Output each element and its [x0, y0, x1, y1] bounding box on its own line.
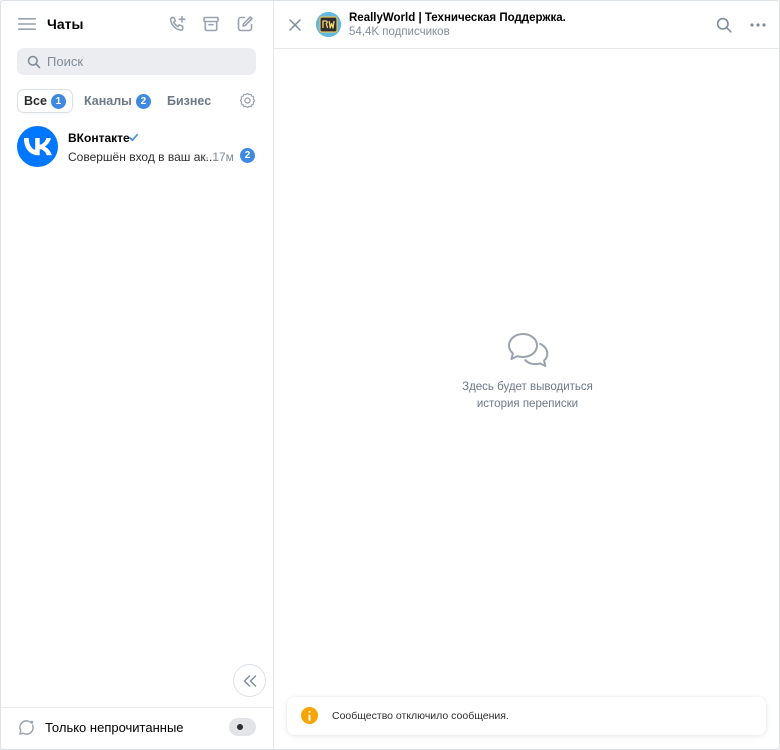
filter-all-label: Все — [24, 94, 47, 108]
group-avatar[interactable] — [316, 12, 341, 37]
unread-only-label: Только непрочитанные — [45, 720, 184, 735]
collapse-panel-button[interactable] — [233, 664, 266, 697]
filter-all[interactable]: Все 1 — [17, 89, 73, 113]
chat-time: · 17м — [205, 150, 234, 164]
chat-preview: Совершён вход в ваш ак... — [68, 150, 216, 164]
filter-business-label: Бизнес — [167, 94, 212, 108]
unread-badge: 2 — [240, 148, 255, 163]
filter-channels-label: Каналы — [84, 94, 132, 108]
subscriber-count: 54,4K подписчиков — [349, 26, 450, 38]
toggle-knob — [237, 724, 243, 730]
filter-channels-count: 2 — [135, 93, 151, 109]
verified-icon — [129, 133, 138, 142]
avatar — [17, 126, 58, 167]
empty-history-line-2: история переписки — [476, 398, 579, 410]
chats-empty-icon — [507, 333, 548, 367]
empty-history-text: Здесь будет выводиться история переписки — [448, 379, 608, 413]
add-call-icon[interactable] — [167, 14, 187, 34]
chat-filters: Все 1 Каналы 2 Бизнес — [17, 89, 257, 113]
unread-only-toggle[interactable] — [229, 718, 256, 736]
chat-list-header: Чаты — [1, 1, 273, 47]
info-icon — [301, 707, 318, 724]
menu-icon[interactable] — [18, 16, 36, 32]
chat-list-panel: Чаты Все 1 — [1, 1, 274, 749]
empty-history-placeholder: Здесь будет выводиться история переписки — [274, 331, 779, 413]
empty-history-line-1: Здесь будет выводиться — [462, 381, 593, 393]
chats-title: Чаты — [47, 16, 84, 32]
messages-disabled-notice: Сообщество отключило сообщения. — [287, 697, 766, 735]
notice-text: Сообщество отключило сообщения. — [332, 710, 509, 722]
unread-filter-bar: Только непрочитанные — [1, 707, 273, 749]
chat-list-item[interactable]: ВКонтакте Совершён вход в ваш ак... · 17… — [1, 123, 273, 175]
filter-channels[interactable]: Каналы 2 — [78, 89, 157, 113]
filter-all-count: 1 — [50, 93, 66, 109]
messenger-window: Чаты Все 1 — [0, 0, 780, 750]
vk-logo-icon — [23, 137, 52, 155]
conversation-title[interactable]: ReallyWorld | Техническая Поддержка. — [349, 12, 566, 24]
conversation-header: ReallyWorld | Техническая Поддержка. 54,… — [274, 1, 779, 49]
group-logo-icon — [316, 12, 341, 37]
more-icon[interactable] — [750, 23, 766, 27]
archive-icon[interactable] — [201, 14, 221, 34]
conversation-panel: ReallyWorld | Техническая Поддержка. 54,… — [274, 1, 779, 749]
filter-business[interactable]: Бизнес — [161, 89, 221, 113]
chat-name: ВКонтакте — [68, 131, 130, 145]
collapse-icon — [243, 674, 256, 687]
compose-icon[interactable] — [235, 14, 255, 34]
search-field[interactable] — [17, 48, 256, 75]
unread-icon — [19, 720, 34, 735]
search-icon — [27, 55, 41, 69]
settings-icon[interactable] — [239, 92, 256, 109]
close-icon[interactable] — [289, 19, 301, 31]
search-input[interactable] — [47, 48, 247, 75]
search-icon[interactable] — [716, 17, 732, 33]
